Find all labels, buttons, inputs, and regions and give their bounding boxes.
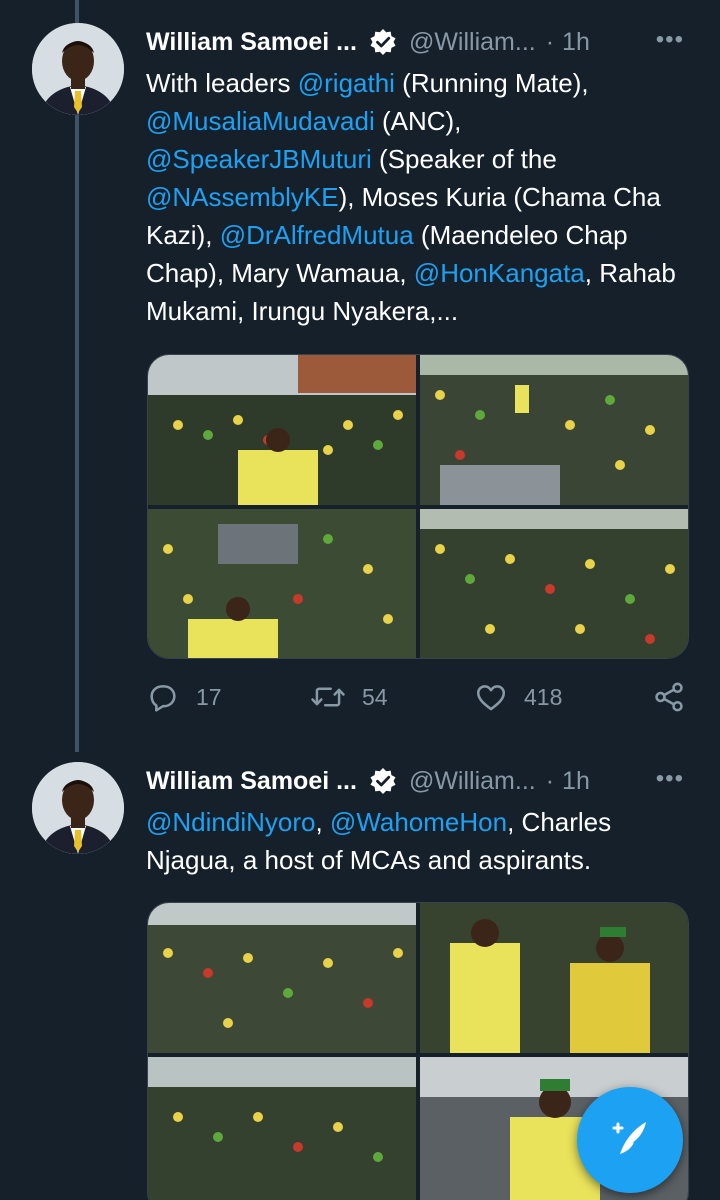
tweet-text: @NdindiNyoro, @WahomeHon, Charles Njagua… bbox=[146, 803, 692, 879]
more-options-icon[interactable]: ••• bbox=[656, 765, 684, 793]
tweet-text-segment: (Speaker of the bbox=[371, 144, 557, 174]
author-handle[interactable]: @William... bbox=[409, 28, 536, 57]
media-photo-1[interactable] bbox=[148, 903, 416, 1053]
author-avatar[interactable] bbox=[32, 762, 124, 854]
tweet-media-grid[interactable] bbox=[147, 354, 689, 659]
retweet-count: 54 bbox=[362, 683, 388, 710]
tweet-text-segment: (Running Mate), bbox=[394, 68, 589, 98]
tweet-1[interactable]: William Samoei ... @William... · 1h ••• … bbox=[0, 0, 720, 752]
media-photo-2[interactable] bbox=[420, 903, 688, 1053]
mention-link[interactable]: @SpeakerJBMuturi bbox=[146, 144, 372, 174]
media-photo-1[interactable] bbox=[148, 355, 416, 505]
retweet-button[interactable]: 54 bbox=[310, 680, 388, 714]
author-name[interactable]: William Samoei ... bbox=[146, 28, 357, 57]
separator-dot: · bbox=[545, 27, 555, 56]
mention-link[interactable]: @HonKangata bbox=[414, 258, 585, 288]
tweet-header: William Samoei ... @William... · 1h ••• bbox=[146, 22, 690, 62]
media-photo-4[interactable] bbox=[420, 509, 688, 658]
mention-link[interactable]: @NAssemblyKE bbox=[146, 182, 339, 212]
retweet-icon bbox=[310, 680, 346, 714]
media-photo-3[interactable] bbox=[148, 1057, 416, 1200]
verified-badge-icon bbox=[369, 767, 397, 795]
reply-button[interactable]: 17 bbox=[146, 680, 222, 714]
share-icon bbox=[652, 680, 686, 714]
mention-link[interactable]: @DrAlfredMutua bbox=[220, 220, 414, 250]
tweet-text-segment: , bbox=[315, 807, 330, 837]
compose-tweet-button[interactable] bbox=[577, 1087, 683, 1193]
media-photo-3[interactable] bbox=[148, 509, 416, 658]
reply-icon bbox=[146, 680, 180, 714]
author-handle[interactable]: @William... bbox=[409, 767, 536, 796]
tweet-timestamp[interactable]: 1h bbox=[562, 767, 590, 796]
tweet-header: William Samoei ... @William... · 1h ••• bbox=[146, 761, 690, 801]
separator-dot: · bbox=[545, 766, 555, 795]
like-count: 418 bbox=[524, 683, 563, 710]
tweet-actions: 17 54 418 bbox=[146, 680, 686, 720]
more-options-icon[interactable]: ••• bbox=[656, 26, 684, 54]
tweet-timestamp[interactable]: 1h bbox=[562, 28, 590, 57]
like-button[interactable]: 418 bbox=[474, 680, 562, 714]
verified-badge-icon bbox=[369, 28, 397, 56]
author-name[interactable]: William Samoei ... bbox=[146, 767, 357, 796]
tweet-text-segment: With leaders bbox=[146, 68, 298, 98]
media-photo-2[interactable] bbox=[420, 355, 688, 505]
compose-tweet-icon bbox=[604, 1112, 656, 1169]
mention-link[interactable]: @rigathi bbox=[298, 68, 395, 98]
mention-link[interactable]: @NdindiNyoro bbox=[146, 807, 315, 837]
tweet-text-segment: (ANC), bbox=[374, 106, 462, 136]
author-avatar[interactable] bbox=[32, 23, 124, 115]
tweet-text: With leaders @rigathi (Running Mate), @M… bbox=[146, 64, 692, 330]
reply-count: 17 bbox=[196, 683, 222, 710]
share-button[interactable] bbox=[652, 680, 686, 714]
mention-link[interactable]: @WahomeHon bbox=[330, 807, 507, 837]
heart-icon bbox=[474, 680, 508, 714]
mention-link[interactable]: @MusaliaMudavadi bbox=[146, 106, 375, 136]
